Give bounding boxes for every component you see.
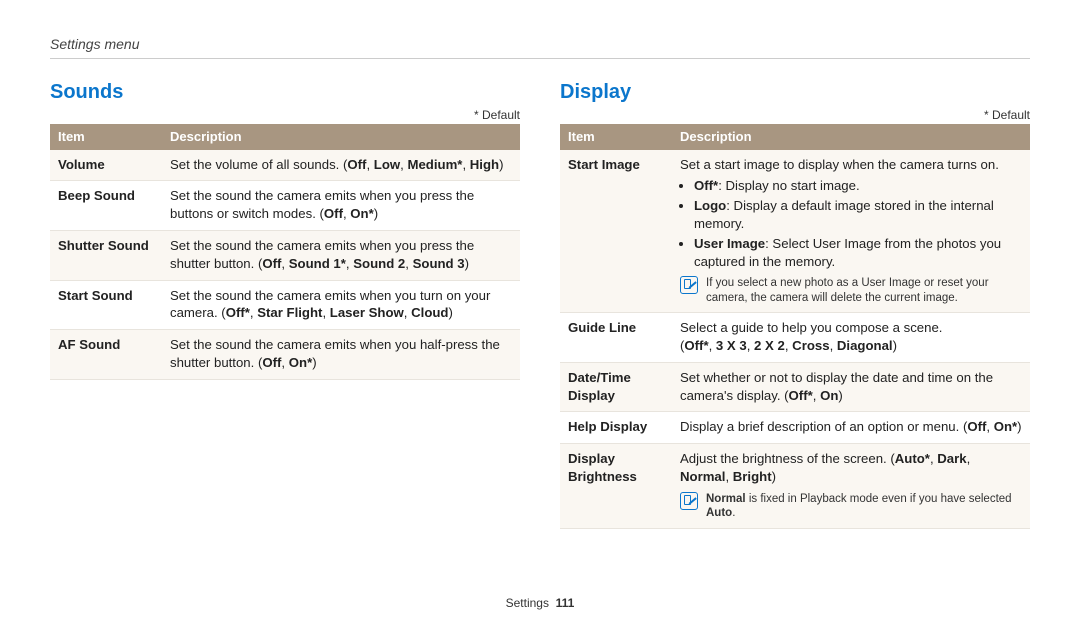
item-cell: Help Display [560,412,672,444]
table-row: AF Sound Set the sound the camera emits … [50,330,520,380]
display-table: Item Description Start Image Set a start… [560,124,1030,529]
table-row: Guide Line Select a guide to help you co… [560,313,1030,363]
list-item: User Image: Select User Image from the p… [694,235,1022,271]
item-cell: Shutter Sound [50,230,162,280]
sounds-table: Item Description Volume Set the volume o… [50,124,520,380]
breadcrumb: Settings menu [50,36,1030,59]
desc-cell: Set the sound the camera emits when you … [162,230,520,280]
table-row: Help Display Display a brief description… [560,412,1030,444]
desc-cell: Set the sound the camera emits when you … [162,181,520,231]
item-cell: Display Brightness [560,444,672,528]
table-row: Start Image Set a start image to display… [560,150,1030,313]
item-cell: Start Sound [50,280,162,330]
table-row: Start Sound Set the sound the camera emi… [50,280,520,330]
note-text: If you select a new photo as a User Imag… [706,276,1022,305]
note-icon [680,492,698,510]
sounds-section: Sounds * Default Item Description Volume… [50,81,520,588]
col-header-item: Item [560,124,672,150]
item-cell: Volume [50,150,162,181]
display-section: Display * Default Item Description Start… [560,81,1030,588]
display-default-note: * Default [560,108,1030,122]
desc-cell: Set the sound the camera emits when you … [162,330,520,380]
desc-cell: Adjust the brightness of the screen. (Au… [672,444,1030,528]
display-title: Display [560,81,1030,104]
item-cell: Beep Sound [50,181,162,231]
table-row: Shutter Sound Set the sound the camera e… [50,230,520,280]
desc-cell: Set the sound the camera emits when you … [162,280,520,330]
sounds-title: Sounds [50,81,520,104]
col-header-description: Description [162,124,520,150]
list-item: Logo: Display a default image stored in … [694,197,1022,233]
note-icon [680,276,698,294]
item-cell: Date/Time Display [560,362,672,412]
desc-cell: Set a start image to display when the ca… [672,150,1030,313]
col-header-item: Item [50,124,162,150]
list-item: Off*: Display no start image. [694,177,1022,195]
page-footer: Settings 111 [50,588,1030,610]
desc-cell: Select a guide to help you compose a sce… [672,313,1030,363]
desc-cell: Set the volume of all sounds. (Off, Low,… [162,150,520,181]
col-header-description: Description [672,124,1030,150]
table-row: Beep Sound Set the sound the camera emit… [50,181,520,231]
start-image-options-list: Off*: Display no start image. Logo: Disp… [680,177,1022,270]
table-row: Volume Set the volume of all sounds. (Of… [50,150,520,181]
table-row: Display Brightness Adjust the brightness… [560,444,1030,528]
desc-cell: Display a brief description of an option… [672,412,1030,444]
item-cell: AF Sound [50,330,162,380]
item-cell: Start Image [560,150,672,313]
sounds-default-note: * Default [50,108,520,122]
note-text: Normal is fixed in Playback mode even if… [706,492,1022,521]
item-cell: Guide Line [560,313,672,363]
desc-cell: Set whether or not to display the date a… [672,362,1030,412]
table-row: Date/Time Display Set whether or not to … [560,362,1030,412]
